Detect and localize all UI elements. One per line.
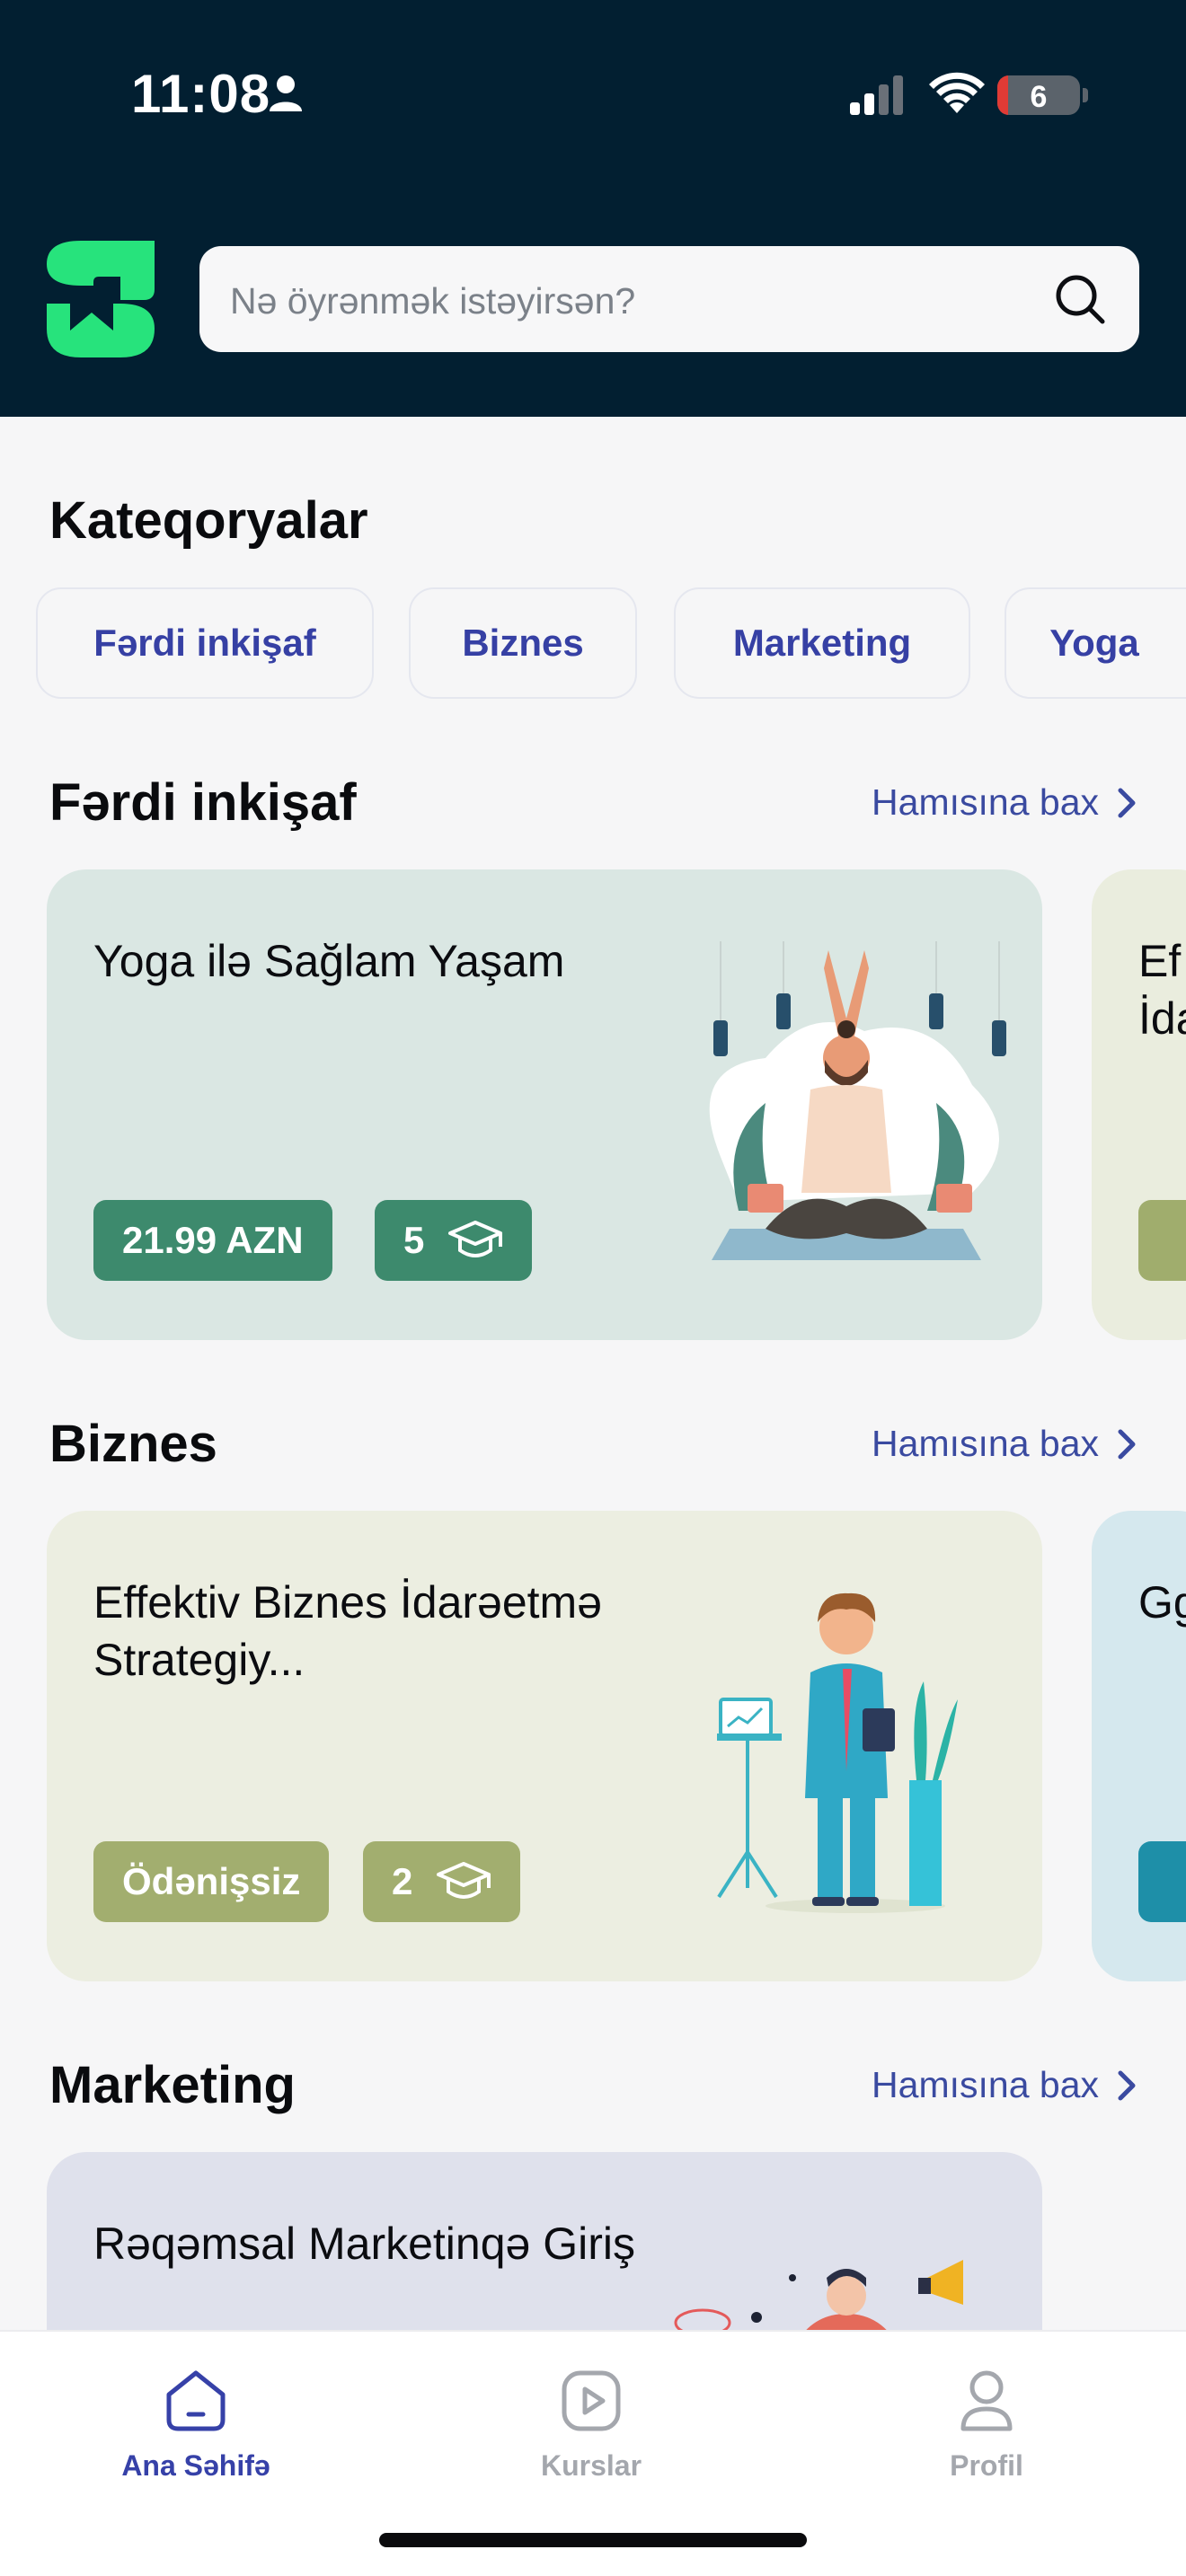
section-title-biznes: Biznes (49, 1415, 217, 1473)
lessons-count: 5 (403, 1219, 425, 1261)
price-label: 21.99 AZN (122, 1219, 304, 1261)
app-logo[interactable] (47, 241, 155, 357)
peek-title: Gg (1138, 1577, 1186, 1628)
search-placeholder: Nə öyrənmək istəyirsən? (230, 280, 636, 322)
search-icon[interactable] (1053, 272, 1107, 326)
see-all-label: Hamısına bax (872, 781, 1099, 823)
nav-home-label: Ana Səhifə (121, 2449, 270, 2482)
wifi-icon (929, 72, 985, 113)
category-chips: Fərdi inkişaf Biznes Marketing Yoga (0, 587, 1186, 701)
chevron-right-icon (1118, 1429, 1136, 1459)
play-icon (562, 2370, 621, 2431)
peek-title: Ef İda (1138, 936, 1186, 1044)
course-card-peek[interactable]: Ef İda (1092, 869, 1186, 1340)
section-title-marketing: Marketing (49, 2056, 296, 2114)
section-title-ferdi: Fərdi inkişaf (49, 773, 357, 832)
chevron-right-icon (1118, 788, 1136, 817)
profile-icon (960, 2370, 1013, 2431)
status-time: 11:08 (131, 64, 271, 124)
battery-cap (1083, 88, 1088, 102)
nav-profile[interactable]: Profil (852, 2368, 1121, 2483)
home-icon (166, 2370, 226, 2431)
course-card-biznes[interactable]: Effektiv Biznes İdarəetmə Strategiy... Ö… (47, 1511, 1042, 1981)
course-title: Effektiv Biznes İdarəetmə Strategiy... (93, 1577, 603, 1685)
chip-biznes[interactable]: Biznes (409, 587, 637, 699)
peek-badge (1138, 1841, 1186, 1922)
nav-home[interactable]: Ana Səhifə (61, 2368, 331, 2483)
battery-indicator: 6 (997, 75, 1080, 115)
chip-yoga[interactable]: Yoga (1005, 587, 1186, 699)
battery-level: 6 (1030, 80, 1048, 114)
nav-profile-label: Profil (950, 2449, 1023, 2482)
signal-icon (850, 75, 903, 115)
course-title: Yoga ilə Sağlam Yaşam (93, 936, 565, 986)
graduation-cap-icon (437, 1862, 491, 1899)
chip-marketing[interactable]: Marketing (674, 587, 970, 699)
businessman-illustration (717, 1592, 958, 1913)
lessons-badge: 2 (363, 1841, 521, 1922)
chip-ferdi-inkisaf[interactable]: Fərdi inkişaf (36, 587, 374, 699)
see-all-label: Hamısına bax (872, 2064, 1099, 2105)
lessons-count: 2 (392, 1860, 413, 1902)
peek-badge (1138, 1200, 1186, 1281)
course-card-yoga[interactable]: Yoga ilə Sağlam Yaşam 21.99 AZN 5 (47, 869, 1042, 1340)
chevron-right-icon (1118, 2070, 1136, 2100)
lessons-badge: 5 (375, 1200, 533, 1281)
categories-title: Kateqoryalar (49, 491, 368, 550)
see-all-marketing[interactable]: Hamısına bax (872, 2064, 1137, 2106)
nav-courses-label: Kurslar (540, 2449, 642, 2482)
yoga-illustration (709, 941, 1006, 1260)
person-icon (270, 75, 302, 111)
see-all-label: Hamısına bax (872, 1423, 1099, 1464)
price-badge: Ödənişsiz (93, 1841, 330, 1922)
nav-courses[interactable]: Kurslar (456, 2368, 726, 2483)
graduation-cap-icon (448, 1221, 503, 1257)
price-label: Ödənişsiz (122, 1860, 301, 1902)
app-header: 11:08 6 Nə öyrənmək istəyirsən? (0, 0, 1186, 417)
price-badge: 21.99 AZN (93, 1200, 332, 1281)
course-card-peek[interactable]: Gg (1092, 1511, 1186, 1981)
see-all-biznes[interactable]: Hamısına bax (872, 1423, 1137, 1465)
home-indicator[interactable] (379, 2533, 807, 2547)
course-title: Rəqəmsal Marketinqə Giriş (93, 2219, 635, 2269)
see-all-ferdi[interactable]: Hamısına bax (872, 781, 1137, 824)
search-bar[interactable]: Nə öyrənmək istəyirsən? (199, 246, 1139, 352)
